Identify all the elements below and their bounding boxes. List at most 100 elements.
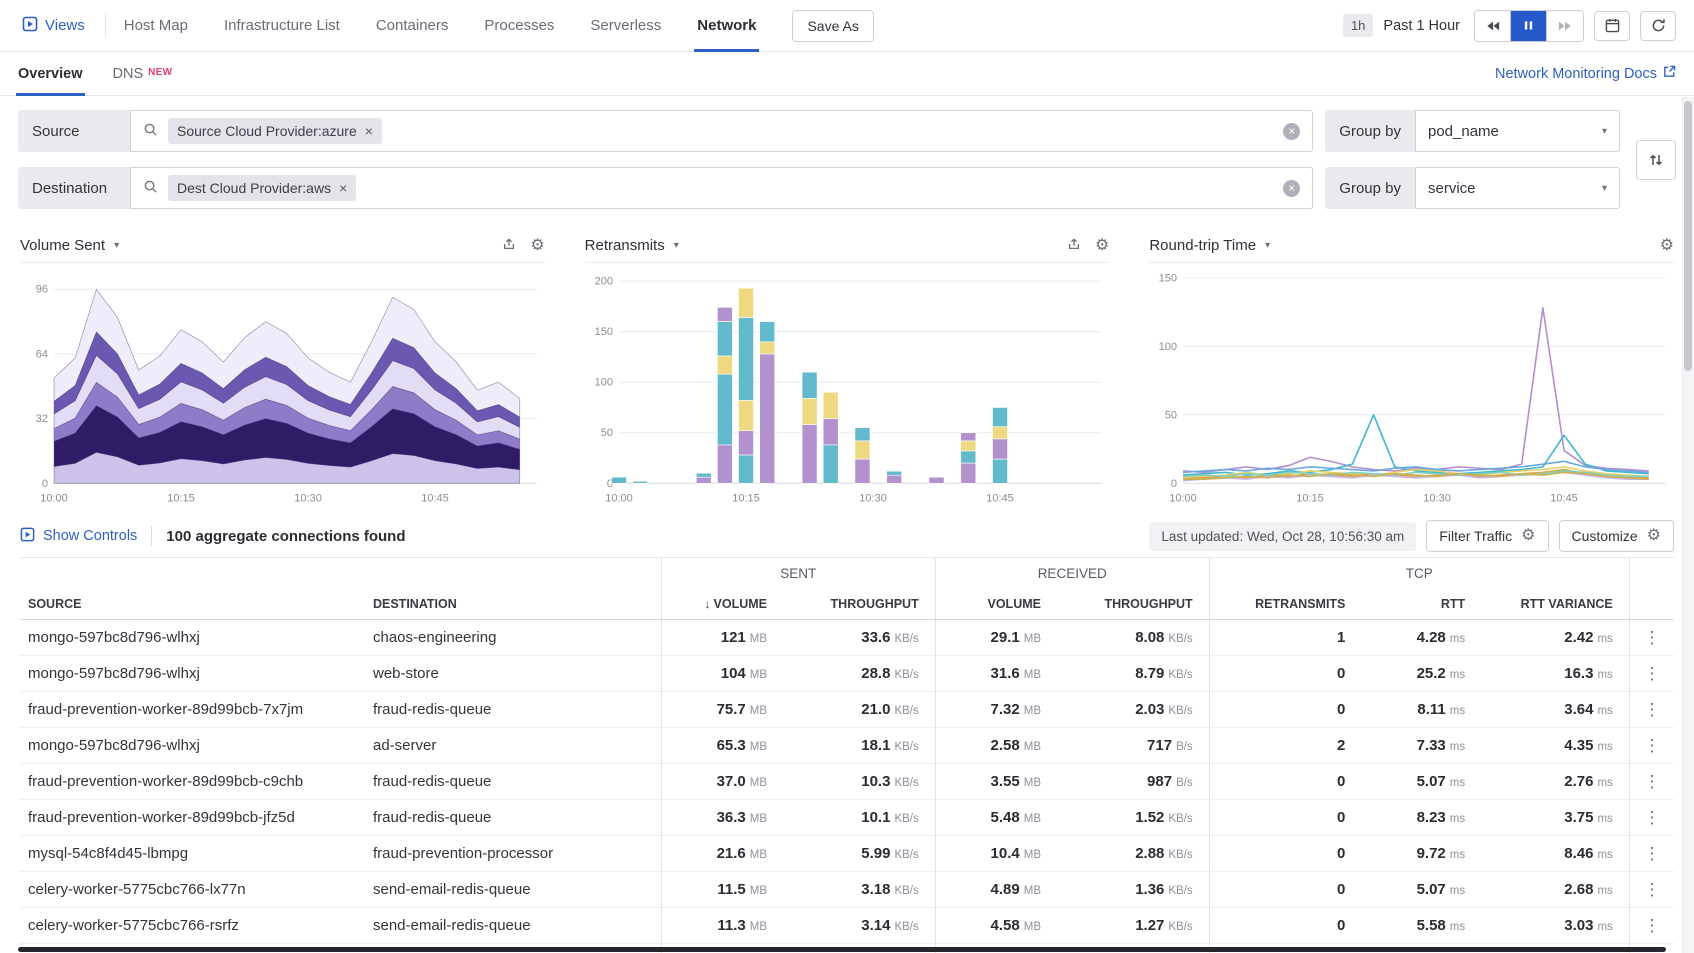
row-menu-button[interactable]: ⋮ bbox=[1629, 656, 1674, 692]
destination-filter-input[interactable]: Dest Cloud Provider:aws× × bbox=[130, 167, 1313, 209]
cell-retransmits: 0 bbox=[1209, 692, 1361, 728]
table-row[interactable]: celery-worker-5775cbc766-rsrfz send-emai… bbox=[20, 908, 1674, 944]
swap-source-destination-button[interactable] bbox=[1636, 140, 1676, 180]
rewind-button[interactable] bbox=[1475, 11, 1511, 41]
round-trip-time-chart[interactable]: 05010015010:0010:1510:3010:45 bbox=[1149, 263, 1674, 509]
remove-tag-icon[interactable]: × bbox=[365, 123, 373, 139]
table-row[interactable]: mysql-54c8f4d45-lbmpg fraud-prevention-p… bbox=[20, 836, 1674, 872]
cell-destination: ad-server bbox=[365, 728, 661, 764]
table-row[interactable]: mongo-597bc8d796-wlhxj ad-server 65.3MB … bbox=[20, 728, 1674, 764]
views-button[interactable]: Views bbox=[12, 0, 95, 51]
gear-icon[interactable]: ⚙ bbox=[1660, 238, 1674, 254]
horizontal-scrollbar-thumb[interactable] bbox=[18, 947, 1666, 952]
row-menu-button[interactable]: ⋮ bbox=[1629, 728, 1674, 764]
cell-retransmits: 0 bbox=[1209, 764, 1361, 800]
docs-link[interactable]: Network Monitoring Docs bbox=[1495, 52, 1676, 95]
col-received-throughput[interactable]: THROUGHPUT bbox=[1057, 588, 1209, 620]
cell-received-throughput: 717B/s bbox=[1057, 728, 1209, 764]
cell-retransmits: 0 bbox=[1209, 836, 1361, 872]
nav-tab-containers[interactable]: Containers bbox=[376, 0, 449, 51]
save-as-button[interactable]: Save As bbox=[792, 10, 873, 42]
row-menu-button[interactable]: ⋮ bbox=[1629, 620, 1674, 656]
round-trip-time-metric-select[interactable]: Round-trip Time▾ bbox=[1149, 237, 1270, 254]
col-rtt-variance[interactable]: RTT VARIANCE bbox=[1481, 588, 1629, 620]
time-playback-controls bbox=[1474, 10, 1584, 42]
fast-forward-button[interactable] bbox=[1547, 11, 1583, 41]
cell-sent-volume: 75.7MB bbox=[661, 692, 783, 728]
col-sent-volume[interactable]: ↓VOLUME bbox=[661, 588, 783, 620]
show-controls-button[interactable]: Show Controls bbox=[20, 527, 137, 546]
source-group-by-select[interactable]: pod_name▾ bbox=[1415, 110, 1620, 152]
gear-icon[interactable]: ⚙ bbox=[530, 238, 544, 254]
svg-text:10:30: 10:30 bbox=[1424, 492, 1452, 504]
clear-destination-filter-icon[interactable]: × bbox=[1283, 180, 1300, 197]
table-row[interactable]: mongo-597bc8d796-wlhxj web-store 104MB 2… bbox=[20, 656, 1674, 692]
source-filter-input[interactable]: Source Cloud Provider:azure× × bbox=[130, 110, 1313, 152]
export-icon[interactable] bbox=[502, 237, 516, 254]
nav-tab-infrastructure-list[interactable]: Infrastructure List bbox=[224, 0, 340, 51]
vertical-scrollbar-thumb[interactable] bbox=[1684, 101, 1692, 371]
tab-overview[interactable]: Overview bbox=[18, 52, 83, 95]
col-sent-throughput[interactable]: THROUGHPUT bbox=[783, 588, 935, 620]
remove-tag-icon[interactable]: × bbox=[339, 180, 347, 196]
col-source[interactable]: SOURCE bbox=[20, 588, 365, 620]
kebab-icon: ⋮ bbox=[1643, 772, 1660, 791]
col-destination[interactable]: DESTINATION bbox=[365, 588, 661, 620]
calendar-button[interactable] bbox=[1594, 11, 1630, 41]
filter-traffic-button[interactable]: Filter Traffic⚙ bbox=[1426, 520, 1548, 552]
nav-tab-network[interactable]: Network bbox=[697, 0, 756, 51]
clear-source-filter-icon[interactable]: × bbox=[1283, 123, 1300, 140]
row-menu-button[interactable]: ⋮ bbox=[1629, 908, 1674, 944]
cell-rtt-variance: 8.46ms bbox=[1481, 836, 1629, 872]
svg-text:96: 96 bbox=[36, 284, 48, 296]
table-row[interactable]: celery-worker-5775cbc766-lx77n send-emai… bbox=[20, 872, 1674, 908]
destination-filter-row: Destination Dest Cloud Provider:aws× × G… bbox=[18, 167, 1620, 209]
divider bbox=[105, 14, 106, 37]
col-received-volume[interactable]: VOLUME bbox=[935, 588, 1057, 620]
nav-tab-processes[interactable]: Processes bbox=[484, 0, 554, 51]
gear-icon[interactable]: ⚙ bbox=[1095, 238, 1109, 254]
col-rtt[interactable]: RTT bbox=[1361, 588, 1481, 620]
cell-rtt-variance: 3.64ms bbox=[1481, 692, 1629, 728]
svg-text:100: 100 bbox=[594, 377, 612, 389]
refresh-button[interactable] bbox=[1640, 11, 1676, 41]
row-menu-button[interactable]: ⋮ bbox=[1629, 872, 1674, 908]
table-row[interactable]: fraud-prevention-worker-89d99bcb-jfz5d f… bbox=[20, 800, 1674, 836]
table-row[interactable]: fraud-prevention-worker-89d99bcb-c9chb f… bbox=[20, 764, 1674, 800]
divider bbox=[151, 526, 152, 546]
vertical-scrollbar[interactable] bbox=[1682, 97, 1694, 953]
svg-text:10:00: 10:00 bbox=[605, 492, 633, 504]
destination-filter-tag[interactable]: Dest Cloud Provider:aws× bbox=[168, 175, 356, 201]
pause-button[interactable] bbox=[1511, 11, 1547, 41]
source-filter-tag[interactable]: Source Cloud Provider:azure× bbox=[168, 118, 382, 144]
volume-sent-panel: Volume Sent▾ ⚙ 032649610:0010:1510:3010:… bbox=[20, 229, 545, 509]
cell-sent-throughput: 10.1KB/s bbox=[783, 800, 935, 836]
retransmits-metric-select[interactable]: Retransmits▾ bbox=[585, 237, 679, 254]
cell-destination: fraud-prevention-processor bbox=[365, 836, 661, 872]
round-trip-time-panel: Round-trip Time▾ ⚙ 05010015010:0010:1510… bbox=[1149, 229, 1674, 509]
table-row[interactable]: fraud-prevention-worker-89d99bcb-7x7jm f… bbox=[20, 692, 1674, 728]
cell-rtt-variance: 16.3ms bbox=[1481, 656, 1629, 692]
row-menu-button[interactable]: ⋮ bbox=[1629, 836, 1674, 872]
nav-tab-serverless[interactable]: Serverless bbox=[590, 0, 661, 51]
col-retransmits[interactable]: RETRANSMITS bbox=[1209, 588, 1361, 620]
cell-sent-throughput: 10.3KB/s bbox=[783, 764, 935, 800]
table-row[interactable]: mongo-597bc8d796-wlhxj chaos-engineering… bbox=[20, 620, 1674, 656]
svg-text:10:45: 10:45 bbox=[1551, 492, 1579, 504]
cell-rtt: 4.28ms bbox=[1361, 620, 1481, 656]
export-icon[interactable] bbox=[1067, 237, 1081, 254]
retransmits-chart[interactable]: 05010015020010:0010:1510:3010:45 bbox=[585, 263, 1110, 509]
destination-group-by-select[interactable]: service▾ bbox=[1415, 167, 1620, 209]
row-menu-button[interactable]: ⋮ bbox=[1629, 800, 1674, 836]
volume-sent-metric-select[interactable]: Volume Sent▾ bbox=[20, 237, 119, 254]
tab-dns[interactable]: DNSNEW bbox=[113, 52, 173, 95]
gear-icon: ⚙ bbox=[1521, 528, 1535, 544]
row-menu-button[interactable]: ⋮ bbox=[1629, 764, 1674, 800]
svg-text:10:15: 10:15 bbox=[732, 492, 760, 504]
row-menu-button[interactable]: ⋮ bbox=[1629, 692, 1674, 728]
cell-retransmits: 0 bbox=[1209, 908, 1361, 944]
cell-received-volume: 3.55MB bbox=[935, 764, 1057, 800]
volume-sent-chart[interactable]: 032649610:0010:1510:3010:45 bbox=[20, 263, 545, 509]
nav-tab-host-map[interactable]: Host Map bbox=[124, 0, 188, 51]
customize-button[interactable]: Customize⚙ bbox=[1559, 520, 1674, 552]
